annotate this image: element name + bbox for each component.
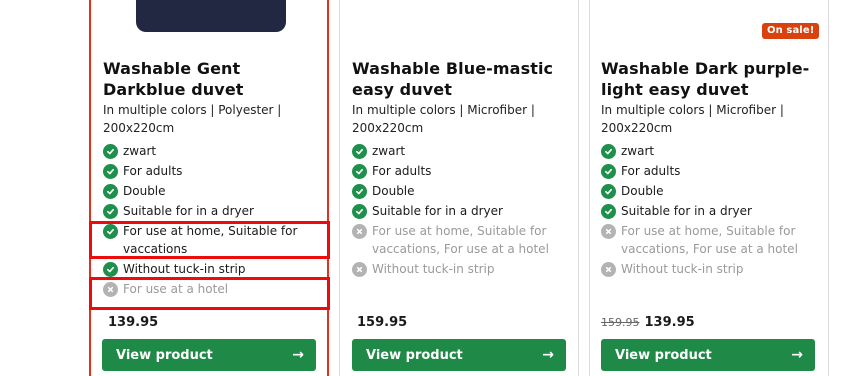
arrow-right-icon: → (791, 347, 803, 363)
feature-label: Double (372, 184, 415, 198)
feature-item: Suitable for in a dryer (352, 203, 567, 221)
feature-item: For use at home, Suitable for vaccations… (601, 223, 816, 258)
product-title[interactable]: Washable Blue-mastic easy duvet (352, 58, 567, 100)
price: 159.95 (352, 315, 407, 331)
check-circle-icon (601, 204, 616, 219)
arrow-right-icon: → (292, 347, 304, 363)
view-product-label: View product (615, 347, 712, 363)
product-subtitle: In multiple colors | Polyester | 200x220… (103, 103, 282, 135)
check-circle-icon (352, 184, 367, 199)
feature-label: Without tuck-in strip (621, 261, 744, 276)
check-circle-icon (601, 144, 616, 159)
feature-item: Double (352, 183, 567, 201)
feature-label: zwart (372, 144, 406, 158)
current-price: 159.95 (357, 315, 408, 330)
feature-label: Double (621, 184, 664, 198)
highlight-box-home-vacations (89, 221, 330, 259)
check-circle-icon (352, 164, 367, 179)
view-product-label: View product (116, 347, 213, 363)
product-subtitle: In multiple colors | Microfiber | 200x22… (352, 103, 535, 135)
feature-list: zwart For adults Double Suitable for in a d… (601, 143, 816, 281)
highlight-box-hotel (89, 277, 330, 310)
feature-label: For adults (123, 164, 183, 178)
feature-item: Suitable for in a dryer (103, 203, 318, 221)
feature-item: For adults (103, 163, 318, 181)
check-circle-icon (103, 261, 118, 277)
feature-item: For use at home, Suitable for vaccations… (352, 223, 567, 258)
feature-item: zwart (352, 143, 567, 161)
feature-item: Suitable for in a dryer (601, 203, 816, 221)
feature-label: Double (123, 184, 166, 198)
feature-item: For adults (601, 163, 816, 181)
feature-label: zwart (621, 144, 655, 158)
check-circle-icon (103, 184, 118, 199)
feature-item: Without tuck-in strip (601, 261, 816, 279)
feature-label: Without tuck-in strip (123, 261, 246, 276)
check-circle-icon (103, 144, 118, 159)
feature-label: For use at home, Suitable for vaccations… (372, 224, 549, 256)
view-product-button[interactable]: View product → (352, 339, 566, 371)
feature-label: For adults (621, 164, 681, 178)
product-subtitle: In multiple colors | Microfiber | 200x22… (601, 103, 784, 135)
view-product-button[interactable]: View product → (601, 339, 815, 371)
current-price: 139.95 (108, 315, 159, 330)
feature-list: zwart For adults Double Suitable for in a d… (352, 143, 567, 281)
old-price: 159.95 (601, 316, 640, 329)
product-image[interactable] (136, 0, 286, 32)
feature-item: Without tuck-in strip (352, 261, 567, 279)
feature-item: zwart (103, 143, 318, 161)
price: 139.95 (103, 315, 158, 331)
sale-badge: On sale! (762, 23, 820, 39)
feature-label: For adults (372, 164, 432, 178)
current-price: 139.95 (644, 315, 695, 330)
feature-label: Without tuck-in strip (372, 261, 495, 276)
product-title[interactable]: Washable Gent Darkblue duvet (103, 58, 318, 100)
view-product-button[interactable]: View product → (102, 339, 316, 371)
view-product-label: View product (366, 347, 463, 363)
check-circle-icon (352, 144, 367, 159)
feature-item: For adults (352, 163, 567, 181)
check-circle-icon (352, 204, 367, 219)
feature-label: Suitable for in a dryer (621, 204, 752, 218)
x-circle-icon (601, 261, 616, 277)
feature-item: Without tuck-in strip (103, 261, 318, 279)
price: 159.95 139.95 (601, 315, 695, 331)
feature-item: Double (601, 183, 816, 201)
x-circle-icon (352, 224, 367, 239)
product-title[interactable]: Washable Dark purple-light easy duvet (601, 58, 816, 100)
feature-label: zwart (123, 144, 157, 158)
check-circle-icon (103, 204, 118, 219)
feature-label: Suitable for in a dryer (372, 204, 503, 218)
x-circle-icon (352, 261, 367, 277)
x-circle-icon (601, 224, 616, 239)
feature-item: Double (103, 183, 318, 201)
check-circle-icon (601, 184, 616, 199)
check-circle-icon (103, 164, 118, 179)
check-circle-icon (601, 164, 616, 179)
feature-item: zwart (601, 143, 816, 161)
feature-label: Suitable for in a dryer (123, 204, 254, 218)
arrow-right-icon: → (542, 347, 554, 363)
feature-label: For use at home, Suitable for vaccations… (621, 224, 798, 256)
